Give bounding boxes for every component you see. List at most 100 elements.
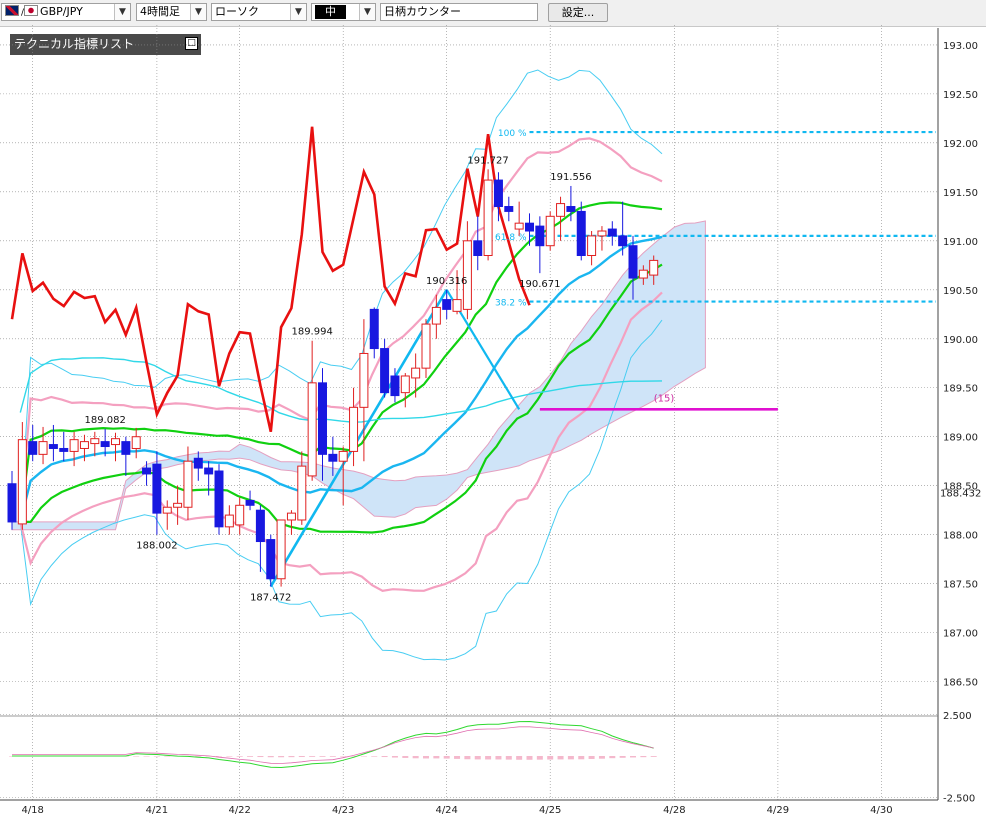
candle-body: [349, 406, 359, 452]
price-annotation: 191.727: [467, 155, 508, 166]
oscillator-histogram-bar: [381, 756, 388, 758]
candle-body: [504, 206, 514, 212]
candle-body: [100, 441, 110, 448]
oscillator-histogram-bar: [578, 756, 585, 760]
candle-body: [587, 235, 597, 257]
candle-body: [525, 222, 534, 232]
candle-body: [411, 367, 421, 379]
oscillator-histogram-bar: [143, 756, 150, 757]
oscillator-histogram-bar: [340, 756, 347, 757]
grid-lines: [0, 25, 938, 800]
oscillator-histogram-bar: [267, 756, 274, 758]
candle-body: [7, 483, 17, 523]
candle-body: [638, 269, 648, 279]
oscillator-main-line: [12, 726, 654, 764]
oscillator-histogram-bar: [247, 756, 254, 757]
candle-body: [38, 441, 48, 455]
oscillator-histogram-bar: [257, 756, 264, 758]
candle-body: [90, 438, 100, 445]
candle-body: [442, 299, 452, 310]
candle-body: [307, 382, 317, 477]
oscillator-histogram-bar: [619, 756, 626, 758]
candle-body: [421, 323, 431, 369]
candle-body: [69, 439, 79, 452]
candle-body: [359, 352, 369, 408]
oscillator-histogram-bar: [598, 756, 605, 759]
oscillator-histogram-bar: [588, 756, 595, 759]
candle-body: [328, 453, 338, 462]
oscillator-tick-label: 2.500: [943, 711, 972, 722]
y-tick-label: 189.50: [943, 384, 978, 395]
y-tick-label: 190.00: [943, 335, 978, 346]
oscillator-histogram-bar: [474, 756, 481, 760]
price-annotation: 190.671: [519, 279, 560, 290]
candle-body: [204, 467, 214, 475]
oscillator-histogram-bar: [329, 756, 336, 757]
x-tick-label: 4/28: [663, 805, 685, 816]
candle-body: [276, 519, 286, 580]
oscillator-histogram-bar: [433, 756, 440, 759]
candle-body: [628, 245, 638, 279]
ichimoku-cloud: [11, 220, 706, 531]
y-tick-label: 187.00: [943, 629, 978, 640]
oscillator-histogram-bar: [298, 756, 305, 758]
oscillator-histogram-bar: [536, 756, 543, 760]
candle-body: [380, 348, 390, 394]
oscillator-histogram-bar: [516, 756, 523, 760]
oscillator-histogram-bar: [226, 756, 233, 757]
oscillator-histogram-bar: [485, 756, 492, 760]
oscillator-histogram-bar: [216, 756, 222, 757]
oscillator-histogram-bar: [153, 756, 160, 757]
oscillator-panel: 2.500 -2.500: [0, 711, 975, 804]
oscillator-tick-label: -2.500: [943, 793, 975, 804]
oscillator-histogram-bar: [309, 756, 316, 757]
oscillator-histogram-bar: [195, 756, 202, 757]
candle-body: [142, 467, 152, 475]
x-tick-label: 4/29: [767, 805, 789, 816]
candle-body: [152, 463, 162, 514]
oscillator-histogram-bar: [547, 756, 554, 760]
y-tick-label: 187.50: [943, 580, 978, 591]
candle-body: [318, 382, 327, 455]
candle-body: [369, 308, 379, 350]
oscillator-histogram-bar: [278, 756, 285, 758]
oscillator-histogram-bar: [288, 756, 295, 758]
y-tick-label: 190.50: [943, 286, 978, 297]
x-tick-label: 4/25: [539, 805, 561, 816]
y-tick-label: 188.00: [943, 531, 978, 542]
candle-body: [473, 240, 483, 257]
candle-body: [193, 457, 203, 469]
candle-body: [173, 502, 183, 508]
candle-body: [59, 447, 69, 452]
price-annotation: 187.472: [250, 593, 291, 604]
y-tick-label: 193.00: [943, 41, 978, 52]
candle-body: [245, 499, 255, 506]
oscillator-histogram-bar: [526, 756, 533, 760]
oscillator-histogram-bar: [495, 756, 502, 760]
candle-body: [48, 444, 58, 449]
price-annotation: 189.082: [84, 415, 125, 426]
candle-body: [390, 375, 400, 397]
candle-body: [255, 509, 265, 543]
candle-body: [162, 506, 172, 514]
oscillator-histogram-bar: [567, 756, 574, 760]
oscillator-histogram-bar: [650, 756, 657, 757]
candle-body: [131, 436, 141, 449]
oscillator-signal-line: [12, 720, 654, 769]
candle-body: [111, 438, 120, 446]
y-tick-label: 192.00: [943, 139, 978, 150]
x-tick-label: 4/24: [435, 805, 457, 816]
oscillator-histogram-bar: [630, 756, 636, 758]
y-tick-label: 191.00: [943, 237, 978, 248]
candle-body: [452, 299, 462, 312]
oscillator-histogram-bar: [133, 756, 140, 757]
candle-body: [17, 439, 27, 525]
x-tick-label: 4/22: [228, 805, 250, 816]
candle-body: [556, 203, 566, 217]
y-tick-label: 186.50: [943, 678, 978, 689]
candle-body: [618, 235, 628, 247]
oscillator-histogram-bar: [505, 756, 512, 760]
x-tick-label: 4/30: [870, 805, 892, 816]
candle-body: [566, 206, 576, 212]
oscillator-histogram-bar: [423, 756, 429, 759]
